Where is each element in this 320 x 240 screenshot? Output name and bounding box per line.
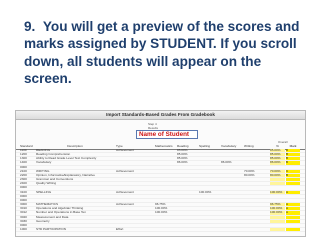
cell-mark: B [286, 153, 300, 157]
cell-desc: READING [36, 149, 51, 152]
cell-pct [270, 166, 285, 169]
cell-desc: Operations and Algebraic Thinking [36, 207, 84, 211]
cell-read: 85.00% [177, 157, 188, 161]
cell-std: 2300 [20, 178, 27, 182]
cell-desc: WRITING [36, 169, 50, 173]
cell-pct [270, 195, 285, 198]
student-name-dropdown[interactable]: Name of Student [136, 130, 198, 139]
cell-std: 3010 [20, 207, 27, 211]
cell-mark [286, 195, 300, 198]
cell-writ: 70.00% [244, 169, 255, 173]
cell-desc: STD PARTICIPATION [36, 227, 67, 231]
cell-type: Achievement [116, 203, 134, 207]
cell-read: 85.00% [177, 153, 188, 157]
cell-read: 86.00% [177, 161, 188, 165]
cell-pct [270, 219, 285, 223]
cell-std: 0000 [20, 186, 27, 190]
cell-std: 2400 [20, 182, 27, 186]
cell-pct: 86.00% [270, 161, 285, 165]
cell-mark [286, 219, 300, 223]
cell-desc: Quality Writing [36, 182, 57, 186]
cell-mark: A [286, 190, 300, 194]
cell-std: 0000 [20, 198, 27, 202]
cell-math: 100.00% [155, 211, 168, 215]
cell-pct: 100.00% [270, 190, 285, 194]
cell-pct [270, 227, 285, 232]
cell-pct: 96.75% [270, 203, 285, 207]
cell-pct [270, 182, 285, 186]
cell-mark [286, 178, 300, 182]
cell-pct: 85.00% [270, 153, 285, 157]
cell-desc: Ability to Read Grade Level Text Complex… [36, 157, 97, 161]
cell-std: 3000 [20, 203, 27, 207]
cell-desc: Number and Operations in Base Ten [36, 211, 86, 215]
cell-std: 1400 [20, 161, 27, 165]
cell-read: 85.00% [177, 149, 188, 152]
cell-std: 0000 [20, 223, 27, 227]
cell-std: 3020 [20, 215, 27, 219]
cell-desc: MATHEMATICS [36, 203, 59, 207]
cell-std: 1200 [20, 153, 27, 157]
table-row: 1000 STD PARTICIPATION Effort [16, 227, 305, 233]
cell-spell: 100.00% [199, 190, 212, 194]
cell-pct [270, 215, 285, 219]
cell-desc: Opinion, Informative/Explanatory, Narrat… [36, 173, 95, 177]
cell-pct [270, 186, 285, 189]
cell-mark [286, 186, 300, 189]
cell-pct [270, 224, 285, 227]
grades-table-body: 1100 READING Achievement 85.00% 85.00% B 1200 R… [16, 149, 305, 233]
cell-mark: B [286, 149, 300, 153]
cell-mark [286, 227, 300, 232]
panel-title: Import Standards-Based Grades From Grade… [16, 111, 305, 120]
cell-std: 1000 [20, 227, 27, 231]
instruction-number: 9. [24, 19, 36, 34]
cell-mark [286, 199, 300, 202]
cell-type: Effort [116, 227, 124, 231]
cell-type: Achievement [116, 149, 134, 152]
cell-std: 0000 [20, 165, 27, 169]
cell-pct: 85.00% [270, 157, 285, 161]
cell-pct: 80.00% [270, 173, 285, 178]
cell-mark: A [286, 207, 300, 211]
cell-std: 3012 [20, 211, 27, 215]
cell-mark: B [286, 173, 300, 178]
cell-mark: B [286, 161, 300, 165]
cell-desc: Grammar and Conventions [36, 178, 74, 182]
instruction-text: 9. You will get a preview of the scores … [24, 18, 309, 88]
cell-pct: 100.00% [270, 207, 285, 211]
cell-type: Achievement [116, 169, 134, 173]
cell-mark: B [286, 157, 300, 161]
cell-vocab: 86.00% [221, 161, 232, 165]
cell-desc: Measurement and Data [36, 215, 69, 219]
cell-writ: 80.00% [244, 173, 255, 177]
cell-desc: Reading Comprehension [36, 153, 71, 157]
grades-preview-panel: Import Standards-Based Grades From Grade… [15, 110, 306, 237]
cell-desc: SPELLING [36, 190, 52, 194]
cell-mark: A [286, 211, 300, 215]
cell-mark: A [286, 203, 300, 207]
cell-std: 3030 [20, 219, 27, 223]
cell-math: 100.00% [155, 207, 168, 211]
cell-pct: 100.00% [270, 211, 285, 215]
cell-desc: Vocabulary [36, 161, 52, 165]
cell-mark [286, 182, 300, 186]
cell-mark: C [286, 169, 300, 173]
instruction-body: You will get a preview of the scores and… [24, 19, 300, 87]
cell-mark [286, 224, 300, 227]
cell-std: 2100 [20, 169, 27, 173]
cell-std: 1100 [20, 149, 27, 152]
cell-pct [270, 178, 285, 182]
cell-std: 3100 [20, 190, 27, 194]
cell-std: 1300 [20, 157, 27, 161]
cell-std: 2200 [20, 173, 27, 177]
cell-math: 96.75% [155, 203, 166, 207]
cell-desc: Geometry [36, 219, 50, 223]
cell-pct [270, 199, 285, 202]
cell-type: Achievement [116, 190, 134, 194]
cell-mark [286, 166, 300, 169]
cell-mark [286, 215, 300, 219]
cell-pct: 85.00% [270, 149, 285, 153]
cell-std: 0000 [20, 194, 27, 198]
cell-pct: 70.00% [270, 169, 285, 173]
